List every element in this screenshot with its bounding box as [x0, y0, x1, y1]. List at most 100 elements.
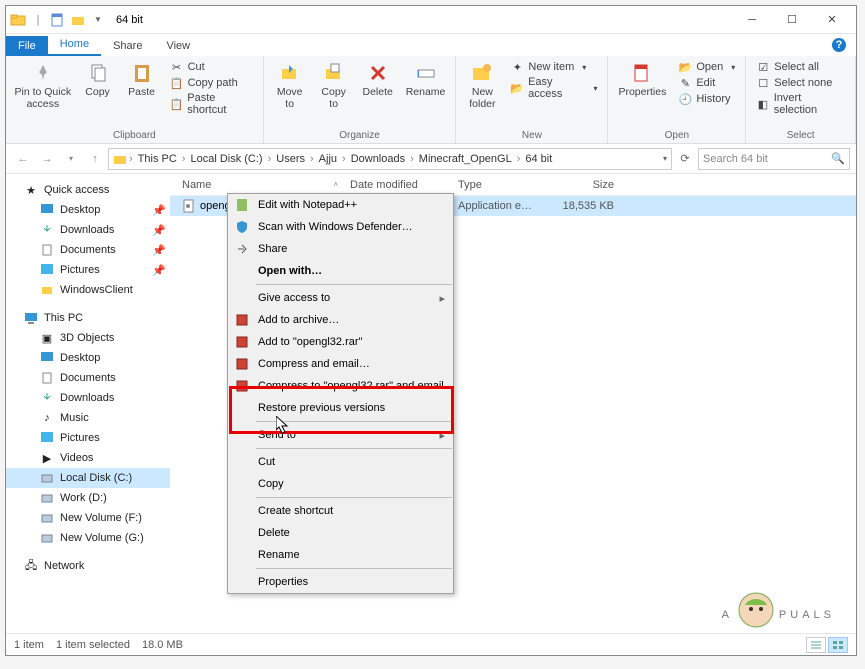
nav-pc-item[interactable]: Pictures	[6, 428, 170, 448]
ctx-properties[interactable]: Properties	[228, 571, 453, 593]
breadcrumb-segment[interactable]: Local Disk (C:)	[187, 153, 265, 165]
ctx-share[interactable]: Share	[228, 238, 453, 260]
maximize-button[interactable]: ☐	[772, 8, 812, 32]
nav-qa-item[interactable]: Desktop📌	[6, 200, 170, 220]
new-item-button[interactable]: ✦New item▾	[506, 59, 601, 75]
invert-selection-button[interactable]: ◧Invert selection	[752, 91, 849, 117]
ctx-restore-versions[interactable]: Restore previous versions	[228, 397, 453, 419]
select-none-button[interactable]: ☐Select none	[752, 75, 849, 91]
copy-button[interactable]: Copy	[78, 59, 118, 130]
column-size[interactable]: Size	[540, 179, 620, 191]
breadcrumb-dropdown[interactable]: ▾	[663, 154, 667, 163]
properties-button[interactable]: Properties	[614, 59, 670, 130]
refresh-button[interactable]: ⟳	[674, 152, 696, 165]
breadcrumb-segment[interactable]: 64 bit	[522, 153, 555, 165]
tab-share[interactable]: Share	[101, 36, 154, 56]
nav-pc-item[interactable]: ♪Music	[6, 408, 170, 428]
nav-pc-item[interactable]: Downloads	[6, 388, 170, 408]
close-button[interactable]: ✕	[812, 8, 852, 32]
column-type[interactable]: Type	[452, 179, 540, 191]
nav-network[interactable]: 🖧Network	[6, 556, 170, 576]
winrar-icon	[234, 334, 250, 350]
ctx-rename[interactable]: Rename	[228, 544, 453, 566]
help-icon[interactable]: ?	[832, 38, 846, 52]
new-folder-icon	[470, 61, 494, 85]
edit-button[interactable]: ✎Edit	[674, 75, 739, 91]
history-icon: 🕘	[678, 92, 692, 106]
new-folder-button[interactable]: New folder	[462, 59, 502, 130]
ctx-send-to[interactable]: Send to▸	[228, 424, 453, 446]
nav-qa-item[interactable]: Pictures📌	[6, 260, 170, 280]
minimize-button[interactable]: ─	[732, 8, 772, 32]
column-name[interactable]: Name	[182, 179, 211, 191]
ctx-delete[interactable]: Delete	[228, 522, 453, 544]
nav-qa-item[interactable]: Documents📌	[6, 240, 170, 260]
forward-button[interactable]: →	[36, 148, 58, 170]
column-date[interactable]: Date modified	[344, 179, 452, 191]
paste-shortcut-button[interactable]: 📋Paste shortcut	[166, 91, 257, 117]
ctx-edit-notepad[interactable]: Edit with Notepad++	[228, 194, 453, 216]
pictures-icon	[40, 431, 54, 445]
nav-pc-item[interactable]: Documents	[6, 368, 170, 388]
easy-access-button[interactable]: 📂Easy access▾	[506, 75, 601, 101]
tab-file[interactable]: File	[6, 36, 48, 56]
ctx-open-with[interactable]: Open with…	[228, 260, 453, 282]
ctx-cut[interactable]: Cut	[228, 451, 453, 473]
share-icon	[234, 241, 250, 257]
nav-pc-item[interactable]: New Volume (G:)	[6, 528, 170, 548]
delete-button[interactable]: Delete	[358, 59, 398, 130]
select-all-button[interactable]: ☑Select all	[752, 59, 849, 75]
ctx-create-shortcut[interactable]: Create shortcut	[228, 500, 453, 522]
view-details-button[interactable]	[806, 637, 826, 653]
ctx-copy[interactable]: Copy	[228, 473, 453, 495]
nav-qa-item[interactable]: WindowsClient	[6, 280, 170, 300]
nav-qa-item[interactable]: Downloads📌	[6, 220, 170, 240]
downloads-icon	[40, 223, 54, 237]
ctx-add-archive[interactable]: Add to archive…	[228, 309, 453, 331]
copy-path-button[interactable]: 📋Copy path	[166, 75, 257, 91]
search-input[interactable]: Search 64 bit 🔍	[698, 148, 850, 170]
open-button[interactable]: 📂Open▾	[674, 59, 739, 75]
nav-pc-item[interactable]: ▶Videos	[6, 448, 170, 468]
nav-pc-item[interactable]: Desktop	[6, 348, 170, 368]
ctx-scan-defender[interactable]: Scan with Windows Defender…	[228, 216, 453, 238]
breadcrumb-segment[interactable]: Minecraft_OpenGL	[416, 153, 515, 165]
tab-view[interactable]: View	[154, 36, 202, 56]
qat-new-folder-icon[interactable]	[70, 12, 86, 28]
back-button[interactable]: ←	[12, 148, 34, 170]
ctx-compress-email[interactable]: Compress and email…	[228, 353, 453, 375]
breadcrumb[interactable]: › This PC› Local Disk (C:)› Users› Ajju›…	[108, 148, 672, 170]
nav-pc-item[interactable]: Local Disk (C:)	[6, 468, 170, 488]
ctx-compress-rar-email[interactable]: Compress to "opengl32.rar" and email	[228, 375, 453, 397]
qat-dropdown-icon[interactable]: ▼	[90, 12, 106, 28]
nav-quick-access[interactable]: ★Quick access	[6, 180, 170, 200]
qat-properties-icon[interactable]	[50, 12, 66, 28]
breadcrumb-segment[interactable]: Users	[273, 153, 308, 165]
desktop-icon	[40, 203, 54, 217]
copy-to-button[interactable]: Copy to	[314, 59, 354, 130]
nav-pc-item[interactable]: Work (D:)	[6, 488, 170, 508]
up-button[interactable]: ↑	[84, 148, 106, 170]
nav-pane: ★Quick access Desktop📌 Downloads📌 Docume…	[6, 174, 170, 633]
ctx-give-access[interactable]: Give access to▸	[228, 287, 453, 309]
breadcrumb-segment[interactable]: This PC	[135, 153, 180, 165]
cut-button[interactable]: ✂Cut	[166, 59, 257, 75]
nav-pc-item[interactable]: ▣3D Objects	[6, 328, 170, 348]
move-to-button[interactable]: Move to	[270, 59, 310, 130]
search-placeholder: Search 64 bit	[703, 153, 768, 165]
select-all-icon: ☑	[756, 60, 770, 74]
ctx-add-rar[interactable]: Add to "opengl32.rar"	[228, 331, 453, 353]
nav-this-pc[interactable]: This PC	[6, 308, 170, 328]
recent-dropdown[interactable]: ▾	[60, 148, 82, 170]
breadcrumb-segment[interactable]: Downloads	[348, 153, 408, 165]
tab-home[interactable]: Home	[48, 34, 101, 56]
pin-quick-access-button[interactable]: Pin to Quick access	[12, 59, 74, 130]
file-icon	[182, 199, 196, 213]
view-thumbnails-button[interactable]	[828, 637, 848, 653]
rename-button[interactable]: Rename	[402, 59, 450, 130]
copy-icon	[86, 61, 110, 85]
paste-button[interactable]: Paste	[122, 59, 162, 130]
history-button[interactable]: 🕘History	[674, 91, 739, 107]
breadcrumb-segment[interactable]: Ajju	[316, 153, 340, 165]
nav-pc-item[interactable]: New Volume (F:)	[6, 508, 170, 528]
